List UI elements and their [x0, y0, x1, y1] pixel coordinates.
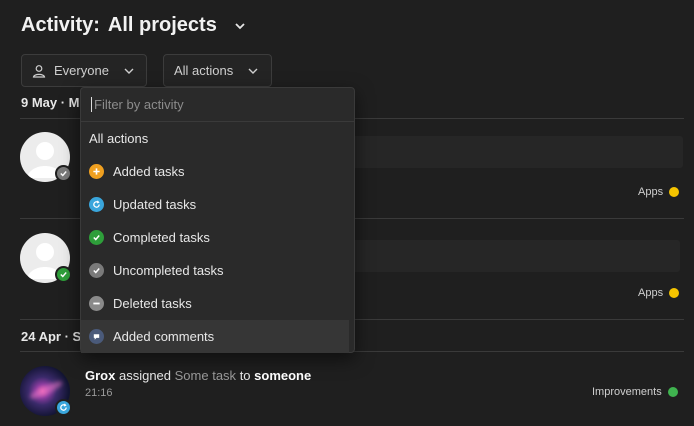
actions-filter-label: All actions [174, 63, 234, 78]
minus-icon [89, 296, 104, 311]
dropdown-list: All actions Added tasks Updated tasks Co… [81, 122, 354, 353]
menu-item-label: Uncompleted tasks [113, 263, 224, 278]
project-tag-label: Improvements [592, 386, 662, 398]
check-icon [89, 230, 104, 245]
section-date: 24 Apr · S [21, 329, 82, 344]
menu-item-label: Updated tasks [113, 197, 197, 212]
activity-preposition: to [239, 368, 251, 383]
menu-item-updated-tasks[interactable]: Updated tasks [81, 188, 349, 221]
comment-icon [89, 329, 104, 344]
refresh-icon [89, 197, 104, 212]
activity-verb: assigned [118, 368, 172, 383]
chevron-down-icon[interactable] [233, 19, 247, 33]
menu-item-deleted-tasks[interactable]: Deleted tasks [81, 287, 349, 320]
project-tag-label: Apps [638, 287, 664, 299]
project-tag[interactable]: Improvements [592, 386, 678, 398]
title-scope: All projects [107, 14, 217, 36]
check-icon [89, 263, 104, 278]
updated-badge-icon [55, 399, 72, 416]
activity-text [350, 240, 680, 272]
project-tag-label: Apps [638, 186, 664, 198]
actions-dropdown: All actions Added tasks Updated tasks Co… [80, 87, 355, 353]
menu-item-label: Deleted tasks [113, 296, 192, 311]
menu-item-label: Added comments [113, 329, 215, 344]
menu-item-uncompleted-tasks[interactable]: Uncompleted tasks [81, 254, 349, 287]
page-title[interactable]: Activity: All projects [21, 14, 247, 37]
project-color-dot [669, 187, 680, 197]
task-link[interactable]: Some task [175, 368, 236, 383]
menu-item-label: Completed tasks [113, 230, 210, 245]
menu-item-completed-tasks[interactable]: Completed tasks [81, 221, 349, 254]
plus-icon [89, 164, 104, 179]
project-tag[interactable]: Apps [638, 287, 680, 299]
menu-item-added-tasks[interactable]: Added tasks [81, 155, 349, 188]
actions-filter-button[interactable]: All actions [163, 54, 272, 87]
uncompleted-badge-icon [55, 165, 72, 182]
people-filter-button[interactable]: Everyone [21, 54, 147, 87]
project-color-dot [667, 387, 678, 397]
menu-item-added-comments[interactable]: Added comments [81, 320, 349, 353]
activity-text: Grox assigned Some task to someone [85, 368, 311, 383]
completed-badge-icon [55, 266, 72, 283]
title-prefix: Activity: [21, 14, 100, 36]
assignee-name[interactable]: someone [254, 368, 311, 383]
user-name[interactable]: Grox [85, 368, 115, 383]
filter-activity-input[interactable] [91, 97, 331, 112]
people-filter-label: Everyone [54, 63, 109, 78]
menu-item-label: Added tasks [113, 164, 185, 179]
menu-item-label: All actions [89, 131, 149, 146]
activity-text [350, 136, 683, 168]
menu-item-all-actions[interactable]: All actions [81, 122, 349, 155]
dropdown-search [81, 88, 354, 122]
activity-time: 21:16 [85, 387, 113, 399]
section-date: 9 May · M [21, 95, 80, 110]
chevron-down-icon [248, 68, 258, 74]
project-tag[interactable]: Apps [638, 186, 680, 198]
project-color-dot [669, 288, 680, 298]
chevron-down-icon [124, 68, 134, 74]
person-icon [32, 64, 46, 78]
